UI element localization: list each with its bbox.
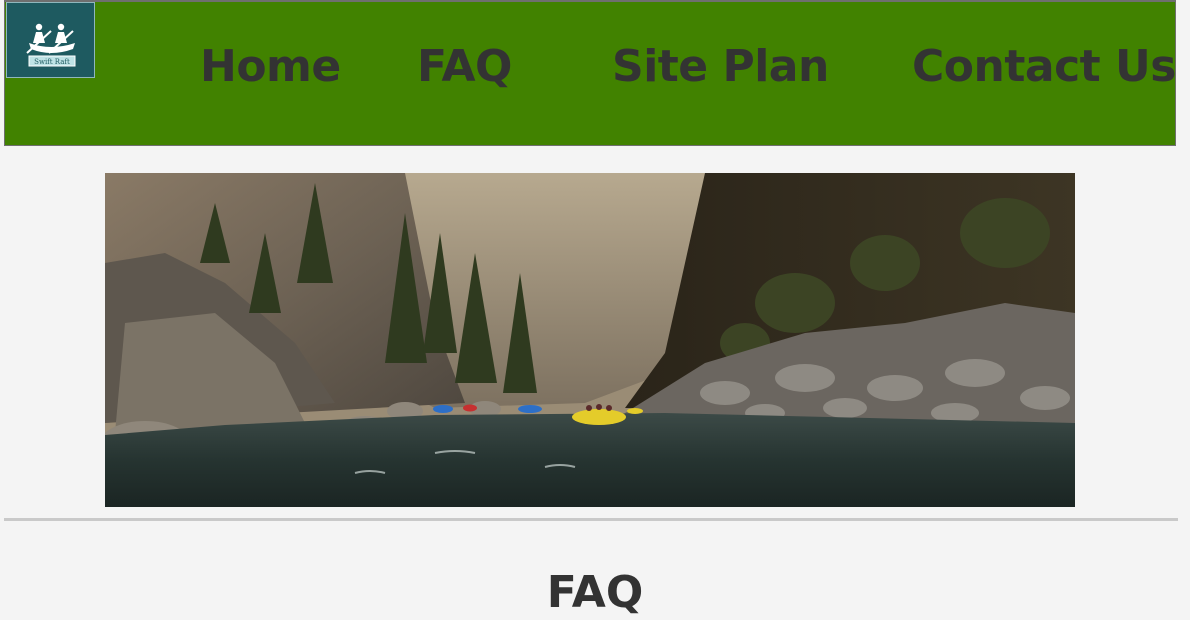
nav-faq-link[interactable]: FAQ <box>417 40 512 94</box>
nav-home-link[interactable]: Home <box>200 40 341 94</box>
content-divider <box>4 518 1178 521</box>
faq-section-title: FAQ <box>546 567 644 618</box>
site-header: Swift Raft Home FAQ Site Plan Contact Us <box>4 0 1176 146</box>
raft-paddlers-icon: Swift Raft <box>26 23 76 67</box>
site-logo[interactable]: Swift Raft <box>6 2 95 78</box>
nav-site-plan-link[interactable]: Site Plan <box>612 40 829 94</box>
logo-text: Swift Raft <box>34 58 70 66</box>
nav-contact-us-link[interactable]: Contact Us <box>912 40 1176 94</box>
hero-river-canyon-image <box>105 173 1075 507</box>
